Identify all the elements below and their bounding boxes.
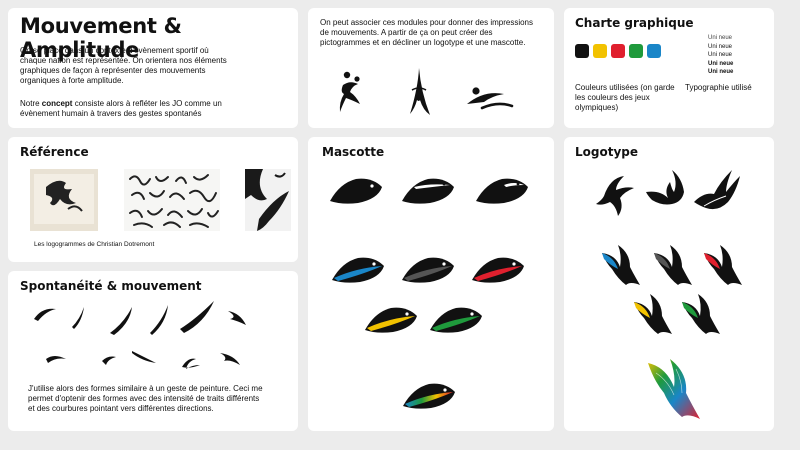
- logo-swallow-rainbow: [648, 359, 700, 419]
- mascot-bird-grey: [402, 257, 454, 283]
- logotype-card: Logotype: [564, 137, 774, 431]
- mascot-bird-yellow: [365, 307, 417, 333]
- color-swatch-red: [611, 44, 625, 58]
- logo-swallow-green: [682, 294, 720, 334]
- intro-card: Mouvement & Amplitude On se place dans u…: [8, 8, 298, 128]
- typo-sample-regular: Uni neue: [708, 43, 733, 50]
- tower-pictogram: [410, 68, 430, 115]
- brush-stroke-4: [150, 305, 168, 335]
- reference-title: Référence: [20, 145, 89, 159]
- brush-stroke-11: [220, 353, 240, 365]
- typo-sample-light: Uni neue: [708, 35, 733, 41]
- logo-swallow-2: [646, 170, 684, 205]
- brush-stroke-2: [72, 307, 84, 329]
- logo-swallow-1: [596, 176, 634, 216]
- concept-paragraph: Notre concept consiste alors à refléter …: [20, 99, 222, 118]
- brush-stroke-6: [228, 311, 246, 325]
- spontaneite-text: J'utilise alors des formes similaire à u…: [28, 384, 263, 413]
- concept-keyword: concept: [41, 99, 73, 108]
- mascot-bird-2: [402, 178, 454, 204]
- logogram-image-2: [124, 169, 220, 231]
- mascot-bird-rainbow: [403, 383, 455, 409]
- colors-caption: Couleurs utilisées (on garde les couleur…: [575, 83, 675, 112]
- color-swatch-green: [629, 44, 643, 58]
- brush-strokes: [34, 301, 246, 369]
- mascot-bird-1: [330, 178, 382, 204]
- intro-paragraph: On se place dans un contexte d'évènement…: [20, 46, 227, 85]
- typography-samples: Uni neue Uni neue Uni neue Uni neue Uni …: [708, 34, 733, 77]
- brush-stroke-3: [110, 307, 132, 335]
- logo-swallow-yellow: [634, 294, 672, 334]
- color-swatch-black: [575, 44, 589, 58]
- mascot-bird-3: [476, 178, 528, 204]
- logo-swallow-red: [704, 245, 742, 285]
- logo-swallow-blue: [602, 245, 640, 285]
- brush-stroke-5: [180, 301, 214, 333]
- spontaneite-card: Spontanéité & mouvement J'utilise alors …: [8, 271, 298, 431]
- brush-stroke-7: [46, 356, 66, 363]
- color-palette: [575, 44, 661, 58]
- typo-sample-black: Uni neue: [708, 69, 734, 75]
- brush-stroke-1: [34, 308, 56, 321]
- logotype-title: Logotype: [575, 145, 639, 159]
- charte-card: Charte graphique Uni neue Uni neue Uni n…: [564, 8, 774, 128]
- typography-caption: Typographie utilisé: [685, 83, 752, 92]
- swimmer-pictogram: [467, 87, 514, 110]
- logogram-image-1: [30, 169, 98, 231]
- mascot-bird-red: [472, 257, 524, 283]
- brush-stroke-9: [132, 351, 156, 363]
- spontaneite-title: Spontanéité & mouvement: [20, 279, 202, 293]
- color-swatch-blue: [647, 44, 661, 58]
- reference-caption: Les logogrammes de Christian Dotremont: [34, 241, 155, 248]
- charte-title: Charte graphique: [575, 16, 694, 30]
- brush-stroke-8: [102, 356, 116, 365]
- logo-swallow-grey: [654, 245, 692, 285]
- modules-card: On peut associer ces modules pour donner…: [308, 8, 554, 128]
- typo-sample-bold: Uni neue: [708, 60, 734, 67]
- mascotte-title: Mascotte: [322, 145, 385, 159]
- mascot-bird-green: [430, 307, 482, 333]
- color-swatch-yellow: [593, 44, 607, 58]
- brush-stroke-10: [182, 358, 200, 369]
- reference-card: Référence Les logogrammes de Christian D…: [8, 137, 298, 262]
- logogram-image-3: [245, 169, 291, 231]
- volleyball-pictogram: [339, 71, 360, 112]
- modules-text: On peut associer ces modules pour donner…: [320, 18, 533, 47]
- mascotte-card: Mascotte: [308, 137, 554, 431]
- typo-sample-medium: Uni neue: [708, 52, 733, 58]
- logo-swallow-3: [694, 170, 740, 210]
- mascot-bird-blue: [332, 257, 384, 283]
